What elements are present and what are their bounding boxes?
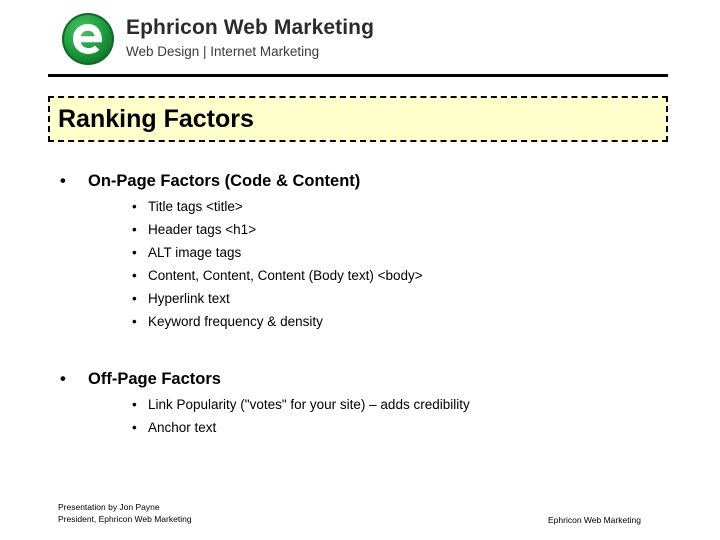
- bullet-marker-icon: •: [132, 199, 137, 214]
- sub-bullet-list-off-page: • Link Popularity ("votes" for your site…: [0, 393, 720, 439]
- ephricon-e-circle-icon: [60, 11, 116, 67]
- bullet-marker-icon: •: [132, 314, 137, 329]
- brand-name: Ephricon Web Marketing: [126, 15, 375, 39]
- footer-presenter-line1: Presentation by Jon Payne: [58, 502, 160, 512]
- list-item: • Header tags <h1>: [0, 218, 720, 241]
- list-item-label: Anchor text: [148, 420, 217, 435]
- bullet-marker-icon: •: [132, 268, 137, 283]
- list-item-label: Hyperlink text: [148, 291, 230, 306]
- bullet-marker-icon: •: [132, 222, 137, 237]
- bullet-heading-label: On-Page Factors (Code & Content): [88, 172, 361, 190]
- list-item: • Link Popularity ("votes" for your site…: [0, 393, 720, 416]
- bullet-marker-icon: •: [60, 172, 66, 190]
- logo-block: Ephricon Web Marketing Web Design | Inte…: [60, 11, 374, 67]
- sub-bullet-list-on-page: • Title tags <title> • Header tags <h1> …: [0, 195, 720, 333]
- list-item: • Anchor text: [0, 416, 720, 439]
- bullet-marker-icon: •: [132, 245, 137, 260]
- list-item: • Title tags <title>: [0, 195, 720, 218]
- bullet-marker-icon: •: [60, 370, 66, 388]
- footer-presenter-line2: President, Ephricon Web Marketing: [58, 514, 192, 524]
- bullet-heading-label: Off-Page Factors: [88, 370, 221, 388]
- header-divider-rule: [48, 74, 668, 77]
- bullet-marker-icon: •: [132, 291, 137, 306]
- page-title: Ranking Factors: [58, 104, 254, 133]
- slide-body: • On-Page Factors (Code & Content) • Tit…: [0, 168, 720, 439]
- bullet-group-on-page: • On-Page Factors (Code & Content) • Tit…: [0, 168, 720, 333]
- bullet-heading-off-page: • Off-Page Factors: [0, 366, 720, 392]
- logo-wordmark: Ephricon Web Marketing Web Design | Inte…: [126, 16, 374, 62]
- list-item-label: Title tags <title>: [148, 199, 243, 214]
- list-item-label: Keyword frequency & density: [148, 314, 323, 329]
- list-item: • Keyword frequency & density: [0, 310, 720, 333]
- list-item-label: Content, Content, Content (Body text) <b…: [148, 268, 423, 283]
- list-item: • Hyperlink text: [0, 287, 720, 310]
- bullet-group-off-page: • Off-Page Factors • Link Popularity ("v…: [0, 366, 720, 439]
- slide-canvas: Ephricon Web Marketing Web Design | Inte…: [0, 0, 720, 540]
- slide-title-box: Ranking Factors: [48, 96, 668, 142]
- list-item-label: Header tags <h1>: [148, 222, 257, 237]
- footer-presenter: Presentation by Jon Payne President, Eph…: [58, 501, 192, 525]
- footer-company: Ephricon Web Marketing: [548, 515, 641, 525]
- bullet-heading-on-page: • On-Page Factors (Code & Content): [0, 168, 720, 194]
- bullet-marker-icon: •: [132, 397, 137, 412]
- list-item: • Content, Content, Content (Body text) …: [0, 264, 720, 287]
- list-item-label: ALT image tags: [148, 245, 242, 260]
- brand-tagline: Web Design | Internet Marketing: [126, 44, 320, 60]
- list-item-label: Link Popularity ("votes" for your site) …: [148, 397, 470, 412]
- list-item: • ALT image tags: [0, 241, 720, 264]
- bullet-marker-icon: •: [132, 420, 137, 435]
